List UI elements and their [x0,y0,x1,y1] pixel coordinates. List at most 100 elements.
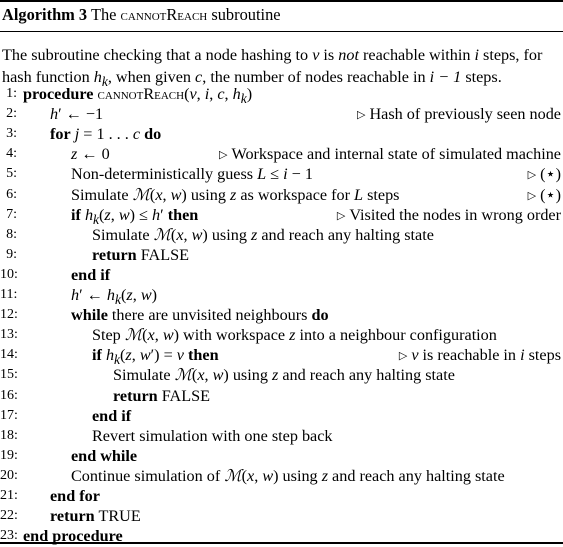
line-number: 6: [6,186,17,202]
comment-text: Visited the nodes in wrong order [349,205,561,224]
keyword: while [71,306,108,325]
line-text: TRUE [98,507,141,526]
line-number: 22: [0,508,18,524]
line-code: Simulate ℳ(x, w) using z as workspace fo… [71,184,399,206]
math-var: i [204,85,210,103]
math-var: z [125,346,132,365]
math-machine: ℳ [174,365,192,385]
line-text: FALSE [161,386,210,405]
desc-text: The subroutine checking that a node hash… [2,46,313,64]
line-number: 16: [0,387,18,403]
algorithm-line: 9: return FALSE [0,244,563,266]
algorithm-line: 15: Simulate ℳ(x, w) using z and reach an… [0,364,563,386]
procedure-name: cannotReach [97,85,185,103]
line-number: 5: [6,166,17,182]
comment-triangle-icon: ▷ [219,149,228,162]
algorithm-caption: Algorithm 3 The cannotReach subroutine [2,5,281,25]
line-text: Non-deterministically guess L ≤ i − 1 [71,165,313,184]
procedure-args: (v, i, c, hk) [184,85,253,107]
math-var: j [74,125,80,144]
keyword: if [71,205,81,224]
desc-text: is [319,46,339,64]
line-code: h′ ← −1 [50,103,103,125]
line-text: there are unvisited neighbours [111,306,308,325]
keyword: do [144,125,162,144]
caption-pre: The [90,5,121,24]
math-var: w [191,225,203,244]
math-var: h [105,346,115,365]
line-number: 1: [6,86,17,101]
line-code: return FALSE [92,244,189,266]
comment-text: (⋆) [540,185,561,204]
algorithm-line: 1: procedure cannotReach(v, i, c, hk) [0,83,563,107]
math-var: z [229,185,237,204]
algorithm-line: 16: return FALSE [0,385,563,407]
line-code: for j = 1 . . . c do [50,123,161,145]
keyword: then [167,205,199,224]
desc-emph-not: not [338,46,359,64]
math-var: c [217,85,225,103]
math-machine: ℳ [224,465,242,485]
algorithm-label: Algorithm 3 [2,5,88,24]
comment-triangle-icon: ▷ [527,169,537,182]
math-var: z [289,326,296,345]
algorithm-line: 12: while there are unvisited neighbours … [0,304,563,326]
keyword: return [50,507,95,526]
math-var: i [283,165,288,184]
line-text: Continue simulation of ℳ(x, w) using z a… [71,465,505,485]
algorithm-line: 5: Non-deterministically guess L ≤ i − 1 ▷… [0,163,563,185]
math-var: z [271,366,279,385]
math-var: h [152,205,161,224]
algorithm-line: 11: h′ ← hk(z, w) [0,284,563,308]
math-var: x [176,225,184,244]
algorithm-line: 8: Simulate ℳ(x, w) using z and reach any… [0,224,563,246]
line-text: Simulate ℳ(x, w) using z and reach any h… [92,224,434,244]
line-code: Simulate ℳ(x, w) using z and reach any h… [92,224,434,246]
math-machine: ℳ [153,224,171,244]
math-var: x [147,326,155,345]
math-var: w [140,286,152,304]
line-text: Revert simulation with one step back [92,426,333,445]
line-code: Non-deterministically guess L ≤ i − 1 [71,163,313,185]
math-var: w [262,466,274,485]
line-number: 2: [6,106,17,122]
line-code: while there are unvisited neighbours do [71,304,329,326]
line-text: j = 1 . . . c [74,125,141,144]
caption-post: subroutine [207,5,281,24]
keyword: end while [71,446,138,465]
line-number: 17: [0,407,18,423]
algorithm-line: 19: end while [0,445,563,467]
keyword: if [92,346,102,365]
line-number: 20: [0,467,18,483]
keyword: end if [92,406,132,425]
line-number: 18: [0,427,18,443]
line-code: end if [71,264,110,286]
line-number: 10: [0,266,18,282]
math-var: z [126,286,133,304]
algorithm-line: 18: Revert simulation with one step back [0,425,563,447]
line-text: h′ ← hk(z, w) [71,286,158,308]
line-number: 11: [0,287,18,302]
algorithm-line: 4: z ← 0 ▷ Workspace and internal state of … [0,143,563,165]
keyword: end for [50,487,100,505]
line-code: Revert simulation with one step back [92,425,333,447]
line-number: 14: [0,347,18,363]
line-number: 4: [6,146,17,162]
math-var: L [354,185,364,204]
math-var: h [71,286,80,304]
keyword: end if [71,265,111,284]
comment-text: Workspace and internal state of simulate… [231,145,561,164]
keyword: do [311,306,329,325]
math-var: z [71,145,78,164]
keyword: then [188,346,219,365]
math-var: h [84,205,94,224]
line-code: return FALSE [113,385,210,407]
algorithm-line: 21: end for [0,485,563,507]
bottom-rule [0,542,563,544]
math-var: v [189,85,197,103]
line-text: Simulate ℳ(x, w) using z as workspace fo… [71,184,400,204]
caption-rule [0,31,563,32]
math-var: w [212,366,224,385]
algorithm-line: 6: Simulate ℳ(x, w) using z as workspace … [0,184,563,206]
algorithm-line: 17: end if [0,405,563,427]
